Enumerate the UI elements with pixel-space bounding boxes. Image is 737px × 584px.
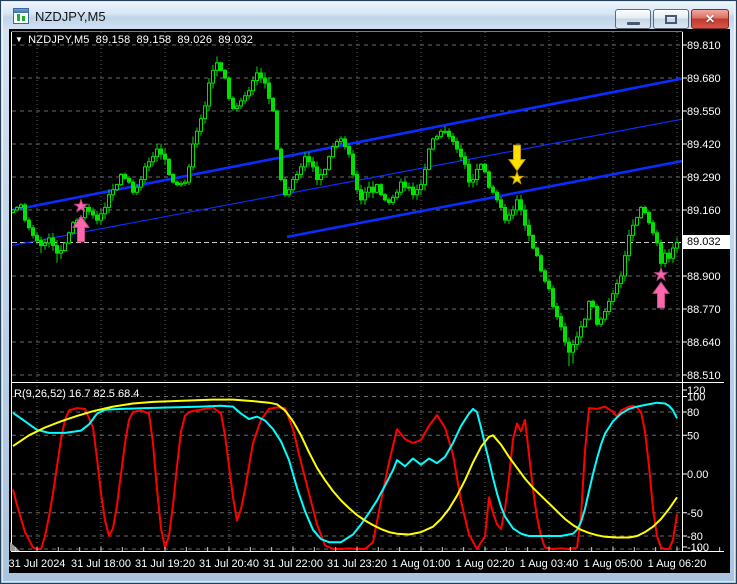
oscillator-label: R(9,26,52) 16.7 82.5 68.4 — [14, 388, 140, 400]
chart-window: NZDJPY,M5 ✕ 89.810 89.680 89.550 89.420 89.2… — [0, 0, 737, 584]
window-title: NZDJPY,M5 — [35, 9, 106, 24]
ohlc-high: 89.158 — [136, 34, 172, 46]
current-price-flag: 89.032 — [683, 235, 730, 249]
ohlc-low: 89.026 — [177, 34, 213, 46]
restore-button[interactable] — [653, 9, 689, 29]
symbol-label: NZDJPY,M5 — [28, 34, 90, 46]
close-button[interactable]: ✕ — [691, 9, 729, 29]
ohlc-header[interactable]: ▼ NZDJPY,M5 89.158 89.158 89.026 89.032 — [15, 34, 259, 46]
chart-window-icon — [13, 8, 29, 24]
chart-client-area[interactable] — [9, 29, 730, 573]
restore-icon — [665, 15, 677, 24]
ohlc-close: 89.032 — [218, 34, 254, 46]
ohlc-open: 89.158 — [95, 34, 131, 46]
minimize-button[interactable] — [615, 9, 651, 29]
symbol-dropdown-icon[interactable]: ▼ — [15, 35, 23, 44]
close-icon: ✕ — [704, 12, 716, 26]
title-bar[interactable]: NZDJPY,M5 ✕ — [3, 3, 734, 29]
minimize-icon — [627, 22, 640, 25]
